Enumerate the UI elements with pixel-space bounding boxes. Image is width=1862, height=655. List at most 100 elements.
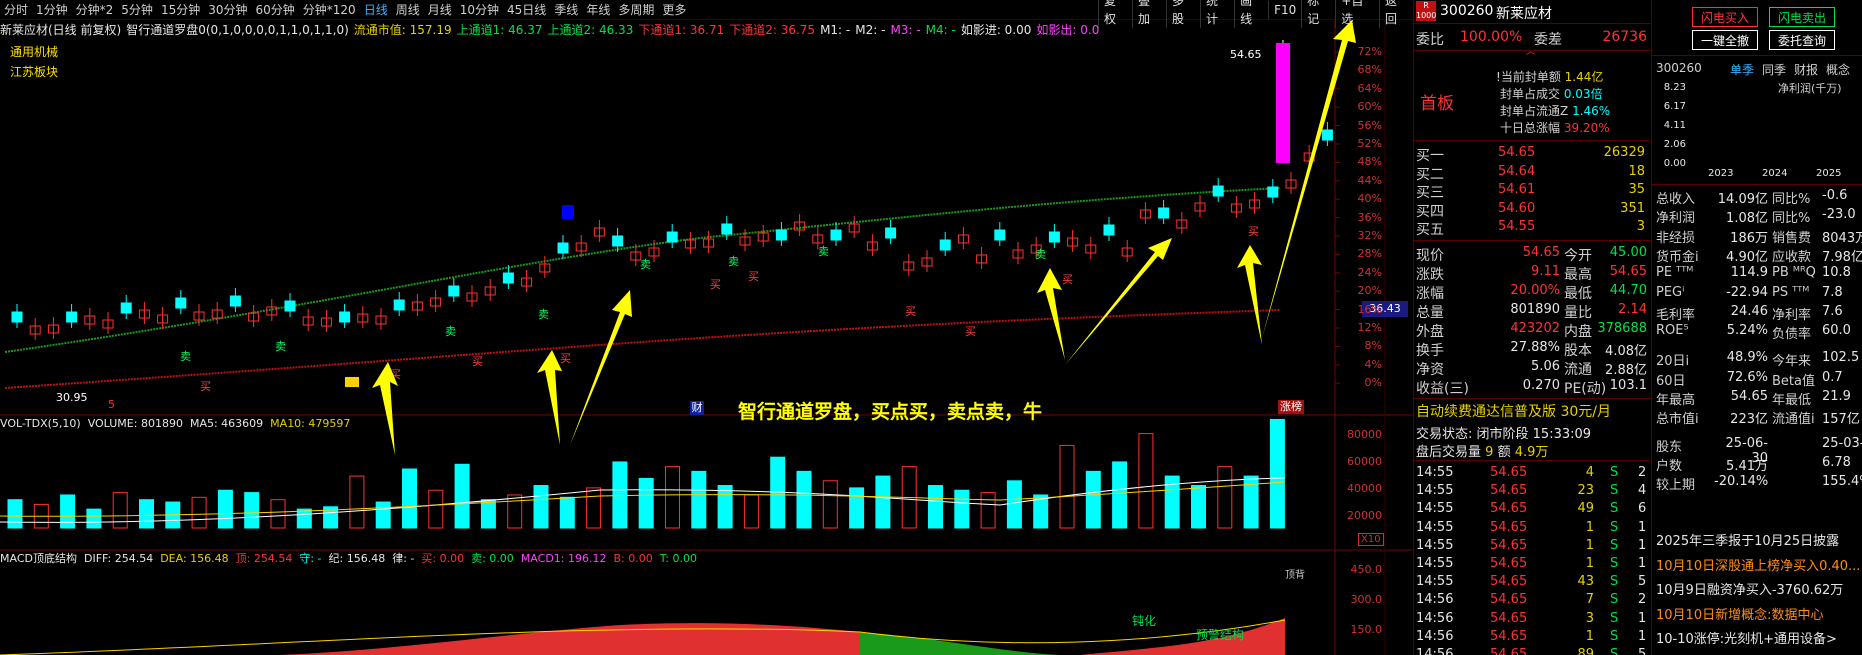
tool-button[interactable]: F10 [1268, 1, 1301, 19]
sell-marker: 卖 [640, 258, 651, 271]
cai-marker[interactable]: 财 [690, 401, 704, 415]
news-item[interactable]: 2025年三季报于10月25日披露 [1656, 530, 1861, 549]
tick-side: S [1610, 556, 1619, 571]
fin-y-tick: 2.06 [1663, 139, 1686, 150]
tick-count: 1 [1638, 610, 1647, 626]
flash-sell-button[interactable]: 闪电卖出 [1769, 7, 1835, 27]
tick-side: S [1610, 574, 1619, 590]
pct-tick: 52% [1357, 137, 1382, 150]
period-tab[interactable]: 分时 [0, 1, 32, 18]
period-tab[interactable]: 15分钟 [157, 1, 204, 18]
period-tab[interactable]: 分钟*120 [299, 1, 360, 18]
fin-tab[interactable]: 单季 [1730, 61, 1754, 78]
fin-row-value: 114.9 [1730, 265, 1768, 281]
volume-bar [849, 487, 865, 529]
fin-row-label: 户数 [1656, 458, 1683, 474]
volume-bar [928, 485, 943, 529]
volume-bar [296, 508, 312, 529]
tick-volume: 4 [1585, 465, 1594, 480]
fin-row-value: 10.8 [1822, 265, 1851, 281]
buy-level-price[interactable]: 54.60 [1498, 201, 1535, 216]
period-tab[interactable]: 更多 [658, 1, 690, 18]
tick-time: 14:55 [1416, 574, 1454, 590]
limit-up-candle [1276, 43, 1290, 163]
tick-price: 54.65 [1490, 574, 1528, 590]
news-item[interactable]: 10月10日新增概念:数据中心 [1656, 604, 1861, 623]
fin-row-value: 155.4% [1822, 474, 1862, 490]
candle [994, 229, 1006, 241]
volume-bar [375, 501, 391, 529]
fin-row-label: Beta值 [1772, 373, 1815, 389]
buy-level-price[interactable]: 54.55 [1498, 219, 1535, 234]
after-hours: 盘后交易量 9 额 4.9万 [1416, 445, 1549, 460]
news-item[interactable]: 10月9日融资净买入-3760.62万 [1656, 579, 1861, 598]
period-tab[interactable]: 45日线 [503, 1, 550, 18]
fin-tab[interactable]: 财报 [1794, 61, 1818, 78]
pct-tick: 12% [1357, 321, 1382, 334]
volume-bar [1112, 461, 1128, 529]
tick-price: 54.65 [1490, 501, 1528, 517]
period-tab[interactable]: 分钟*2 [72, 1, 118, 18]
macd-title[interactable]: MACD顶底结构 [0, 552, 77, 565]
stat-value: 45.00 [1609, 245, 1647, 260]
period-tab[interactable]: 5分钟 [117, 1, 157, 18]
period-tab[interactable]: 多周期 [614, 1, 658, 18]
buy-marker: 买 [965, 325, 976, 338]
fin-row-value: 14.09亿 [1717, 192, 1768, 207]
buy-level-price[interactable]: 54.61 [1498, 182, 1535, 197]
buy-level-price[interactable]: 54.64 [1498, 164, 1535, 179]
fin-row-label: 货币金i [1656, 249, 1699, 265]
macd-tick: 450.0 [1350, 563, 1383, 576]
pct-tick: 28% [1357, 247, 1382, 261]
fin-tab[interactable]: 概念 [1826, 61, 1850, 78]
candle [448, 285, 460, 297]
stat-label: 今开 [1564, 248, 1592, 264]
sell-marker: 卖 [1035, 248, 1046, 261]
fin-row-value: 72.6% [1726, 369, 1768, 385]
period-tab[interactable]: 年线 [582, 1, 614, 18]
candle [721, 223, 733, 235]
pct-tick: 44% [1357, 173, 1382, 187]
r-badge-icon: R 1000 [1416, 1, 1437, 21]
flash-buy-button[interactable]: 闪电买入 [1692, 7, 1758, 27]
news-item[interactable]: 10-10涨停:光刻机+通用设备> [1656, 628, 1861, 647]
fin-row-value: -0.6 [1822, 188, 1848, 203]
ad-link[interactable]: 自动续费通达信普及版 30元/月 [1416, 401, 1611, 421]
tick-price: 54.65 [1490, 483, 1528, 499]
tool-bar: 复权 叠加 多股 统计 画线 F10 标记 +自选 返回 [1097, 0, 1413, 28]
stat-label: 股本 [1564, 343, 1592, 359]
period-tab[interactable]: 日线 [360, 1, 392, 18]
entrust-query-button[interactable]: 委托查询 [1769, 30, 1835, 50]
tick-count: 1 [1638, 519, 1647, 535]
period-tab[interactable]: 月线 [424, 1, 456, 18]
period-tab[interactable]: 10分钟 [456, 1, 503, 18]
fin-row-label: 同比% [1772, 211, 1811, 227]
tick-count: 1 [1638, 537, 1647, 553]
cancel-all-button[interactable]: 一键全撤 [1692, 30, 1758, 50]
news-item[interactable]: 10月10日深股通上榜净买入0.40... [1656, 555, 1861, 574]
buy-level-label: 买五 [1416, 222, 1444, 238]
stat-label: 净资 [1416, 362, 1444, 378]
period-tab[interactable]: 季线 [550, 1, 582, 18]
pct-tick: 8% [1364, 339, 1382, 353]
tick-side: S [1610, 647, 1619, 655]
zhangting-marker[interactable]: 涨榜 [1278, 400, 1304, 414]
fin-row-label: PEGⁱ [1656, 284, 1685, 300]
volume-bar [1217, 466, 1233, 529]
tick-count: 4 [1638, 483, 1647, 499]
volume-ma5: MA5: 463609 [189, 417, 264, 430]
volume-tick: 20000 [1347, 509, 1382, 522]
macd-info: MACD顶底结构 DIFF: 254.54 DEA: 156.48 顶: 254… [0, 550, 697, 566]
period-tab[interactable]: 30分钟 [204, 1, 251, 18]
period-tab[interactable]: 1分钟 [32, 1, 72, 18]
fin-tab[interactable]: 同季 [1762, 61, 1786, 78]
period-tab[interactable]: 60分钟 [252, 1, 299, 18]
buy-level-price[interactable]: 54.65 [1498, 145, 1535, 160]
sell-marker: 卖 [538, 308, 549, 321]
volume-title[interactable]: VOL-TDX(5,10) [0, 417, 81, 430]
fin-row-label: 毛利率 [1656, 307, 1696, 323]
pct-tick: 24% [1357, 265, 1382, 279]
period-tab[interactable]: 周线 [392, 1, 424, 18]
pct-tick: 4% [1364, 357, 1382, 371]
fin-panel: 闪电买入 闪电卖出 一键全撤 委托查询 300260 单季 同季 财报 概念 净利润(… [1651, 0, 1862, 655]
